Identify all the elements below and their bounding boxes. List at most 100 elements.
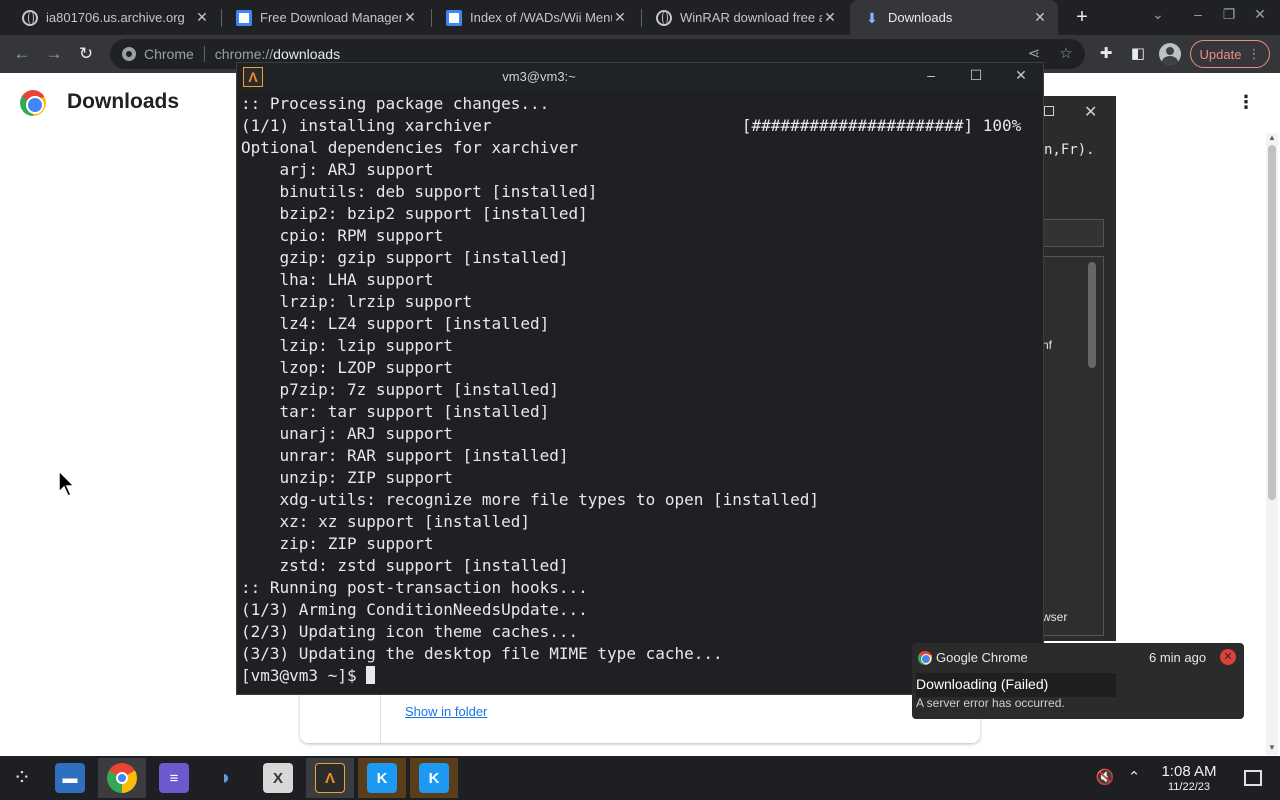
share-icon[interactable]: ⋖ bbox=[1024, 44, 1044, 64]
profile-avatar[interactable] bbox=[1159, 43, 1181, 65]
chevron-up-icon[interactable]: ⌃ bbox=[1124, 768, 1144, 788]
close-icon[interactable]: ✕ bbox=[194, 9, 210, 26]
url-scheme: chrome:// bbox=[214, 46, 274, 62]
page-scrollbar[interactable]: ▲ ▼ bbox=[1266, 133, 1278, 755]
taskbar-chrome[interactable] bbox=[98, 758, 146, 798]
clock-date[interactable]: 11/22/23 bbox=[1150, 781, 1228, 793]
chrome-icon bbox=[918, 651, 932, 665]
terminal-line: unrar: RAR support [installed] bbox=[241, 446, 569, 465]
kde-app-icon: K bbox=[367, 763, 397, 793]
terminal-line: p7zip: 7z support [installed] bbox=[241, 380, 559, 399]
files-icon: ▬ bbox=[55, 763, 85, 793]
doc-icon bbox=[236, 9, 252, 26]
terminal-line: xz: xz support [installed] bbox=[241, 512, 530, 531]
show-in-folder-link[interactable]: Show in folder bbox=[405, 704, 487, 719]
close-icon[interactable]: ✕ bbox=[1084, 102, 1097, 122]
taskbar: ⁘ ▬ ≡ ◗ X Λ K K 🔇 ⌃ 1:08 AM 11/22/23 bbox=[0, 756, 1280, 800]
terminal-prompt: [vm3@vm3 ~]$ bbox=[241, 666, 367, 685]
tab-title: ia801706.us.archive.org bbox=[46, 10, 185, 25]
taskbar-kde-app[interactable]: K bbox=[410, 758, 458, 798]
taskbar-kde-app[interactable]: K bbox=[358, 758, 406, 798]
tab-winrar[interactable]: WinRAR download free and ✕ bbox=[642, 0, 848, 35]
terminal-line: unzip: ZIP support bbox=[241, 468, 453, 487]
new-tab-button[interactable]: + bbox=[1070, 5, 1094, 29]
terminal-line: :: Processing package changes... bbox=[241, 94, 550, 113]
app-launcher-icon[interactable]: ⁘ bbox=[8, 766, 36, 790]
taskbar-files[interactable]: ▬ bbox=[46, 758, 94, 798]
chrome-logo-icon bbox=[20, 90, 46, 116]
terminal-title: vm3@vm3:~ bbox=[502, 69, 576, 84]
xarchiver-icon: X bbox=[263, 763, 293, 793]
close-window-icon[interactable]: ✕ bbox=[1248, 6, 1272, 23]
terminal-line: Optional dependencies for xarchiver bbox=[241, 138, 579, 157]
minimize-icon[interactable]: – bbox=[921, 67, 941, 83]
terminal-line: lz4: LZ4 support [installed] bbox=[241, 314, 550, 333]
extensions-icon[interactable]: ✚ bbox=[1096, 44, 1116, 64]
notification-title: Downloading (Failed) bbox=[916, 673, 1116, 697]
notification-body: A server error has occurred. bbox=[916, 696, 1065, 710]
omnibox-separator bbox=[203, 46, 205, 62]
list-scrollbar-thumb[interactable] bbox=[1088, 262, 1096, 368]
taskbar-terminal[interactable]: Λ bbox=[306, 758, 354, 798]
terminal-line: bzip2: bzip2 support [installed] bbox=[241, 204, 588, 223]
site-chip: Chrome bbox=[144, 46, 194, 62]
chrome-site-icon bbox=[122, 47, 136, 61]
chrome-icon bbox=[107, 763, 137, 793]
forward-button[interactable]: → bbox=[42, 42, 66, 66]
bookmark-star-icon[interactable]: ☆ bbox=[1056, 44, 1076, 64]
more-actions-icon[interactable]: ⋮ bbox=[1236, 92, 1256, 113]
close-icon[interactable]: ✕ bbox=[1032, 9, 1048, 26]
clock-time[interactable]: 1:08 AM bbox=[1150, 763, 1228, 780]
terminal-output[interactable]: :: Processing package changes... (1/1) in… bbox=[241, 93, 1041, 687]
restore-icon[interactable]: ❐ bbox=[1217, 6, 1241, 23]
url-host: downloads bbox=[273, 46, 341, 62]
download-icon: ⬇ bbox=[866, 9, 878, 26]
show-desktop-icon[interactable] bbox=[1244, 770, 1262, 786]
terminal-line: (1/3) Arming ConditionNeedsUpdate... bbox=[241, 600, 588, 619]
tab-search-icon[interactable]: ⌄ bbox=[1146, 6, 1170, 23]
terminal-line: unarj: ARJ support bbox=[241, 424, 453, 443]
more-icon: ⋮ bbox=[1247, 46, 1261, 61]
taskbar-dolphin[interactable]: ◗ bbox=[202, 758, 250, 798]
terminal-titlebar[interactable]: Λ vm3@vm3:~ – ☐ ✕ bbox=[237, 63, 1043, 91]
minimize-icon[interactable]: – bbox=[1186, 6, 1210, 22]
maximize-icon[interactable] bbox=[1044, 106, 1054, 116]
close-icon[interactable]: ✕ bbox=[612, 9, 628, 26]
chrome-notification[interactable]: Google Chrome 6 min ago ✕ Downloading (F… bbox=[912, 643, 1244, 719]
list-item-fragment: wser bbox=[1042, 610, 1068, 624]
tab-downloads[interactable]: ⬇ Downloads ✕ bbox=[850, 0, 1058, 35]
scroll-down-icon[interactable]: ▼ bbox=[1266, 743, 1278, 752]
scrollbar-thumb[interactable] bbox=[1268, 145, 1276, 500]
update-button[interactable]: Update ⋮ bbox=[1190, 40, 1270, 68]
terminal-line: cpio: RPM support bbox=[241, 226, 444, 245]
notification-app-name: Google Chrome bbox=[936, 650, 1028, 665]
globe-icon bbox=[656, 9, 672, 26]
tab-archive[interactable]: ia801706.us.archive.org ✕ bbox=[8, 0, 220, 35]
close-icon[interactable]: ✕ bbox=[822, 9, 838, 26]
volume-muted-icon[interactable]: 🔇 bbox=[1095, 768, 1115, 788]
back-button[interactable]: ← bbox=[10, 42, 34, 66]
scroll-up-icon[interactable]: ▲ bbox=[1266, 133, 1278, 142]
terminal-window[interactable]: Λ vm3@vm3:~ – ☐ ✕ :: Processing package … bbox=[236, 62, 1044, 695]
reload-button[interactable]: ↻ bbox=[74, 42, 98, 66]
discover-icon: ≡ bbox=[159, 763, 189, 793]
terminal-line: lha: LHA support bbox=[241, 270, 434, 289]
maximize-icon[interactable]: ☐ bbox=[966, 67, 986, 84]
close-icon[interactable]: ✕ bbox=[1011, 67, 1031, 84]
mouse-pointer-icon bbox=[58, 470, 76, 497]
page-title: Downloads bbox=[67, 90, 180, 113]
taskbar-discover[interactable]: ≡ bbox=[150, 758, 198, 798]
terminal-line: lzop: LZOP support bbox=[241, 358, 453, 377]
close-icon[interactable]: ✕ bbox=[402, 9, 418, 26]
close-icon[interactable]: ✕ bbox=[1220, 649, 1236, 665]
tab-index-wads[interactable]: Index of /WADs/Wii Menu ✕ bbox=[432, 0, 638, 35]
side-panel-icon[interactable]: ◧ bbox=[1128, 44, 1148, 64]
window-text-fragment: n,Fr). bbox=[1044, 142, 1095, 158]
globe-icon bbox=[22, 9, 38, 26]
update-label: Update bbox=[1199, 46, 1242, 62]
terminal-line: lrzip: lrzip support bbox=[241, 292, 473, 311]
window-text-field[interactable] bbox=[1040, 219, 1104, 247]
taskbar-xarchiver[interactable]: X bbox=[254, 758, 302, 798]
terminal-line: (2/3) Updating icon theme caches... bbox=[241, 622, 579, 641]
tab-free-download-manager[interactable]: Free Download Manager ✕ bbox=[222, 0, 428, 35]
